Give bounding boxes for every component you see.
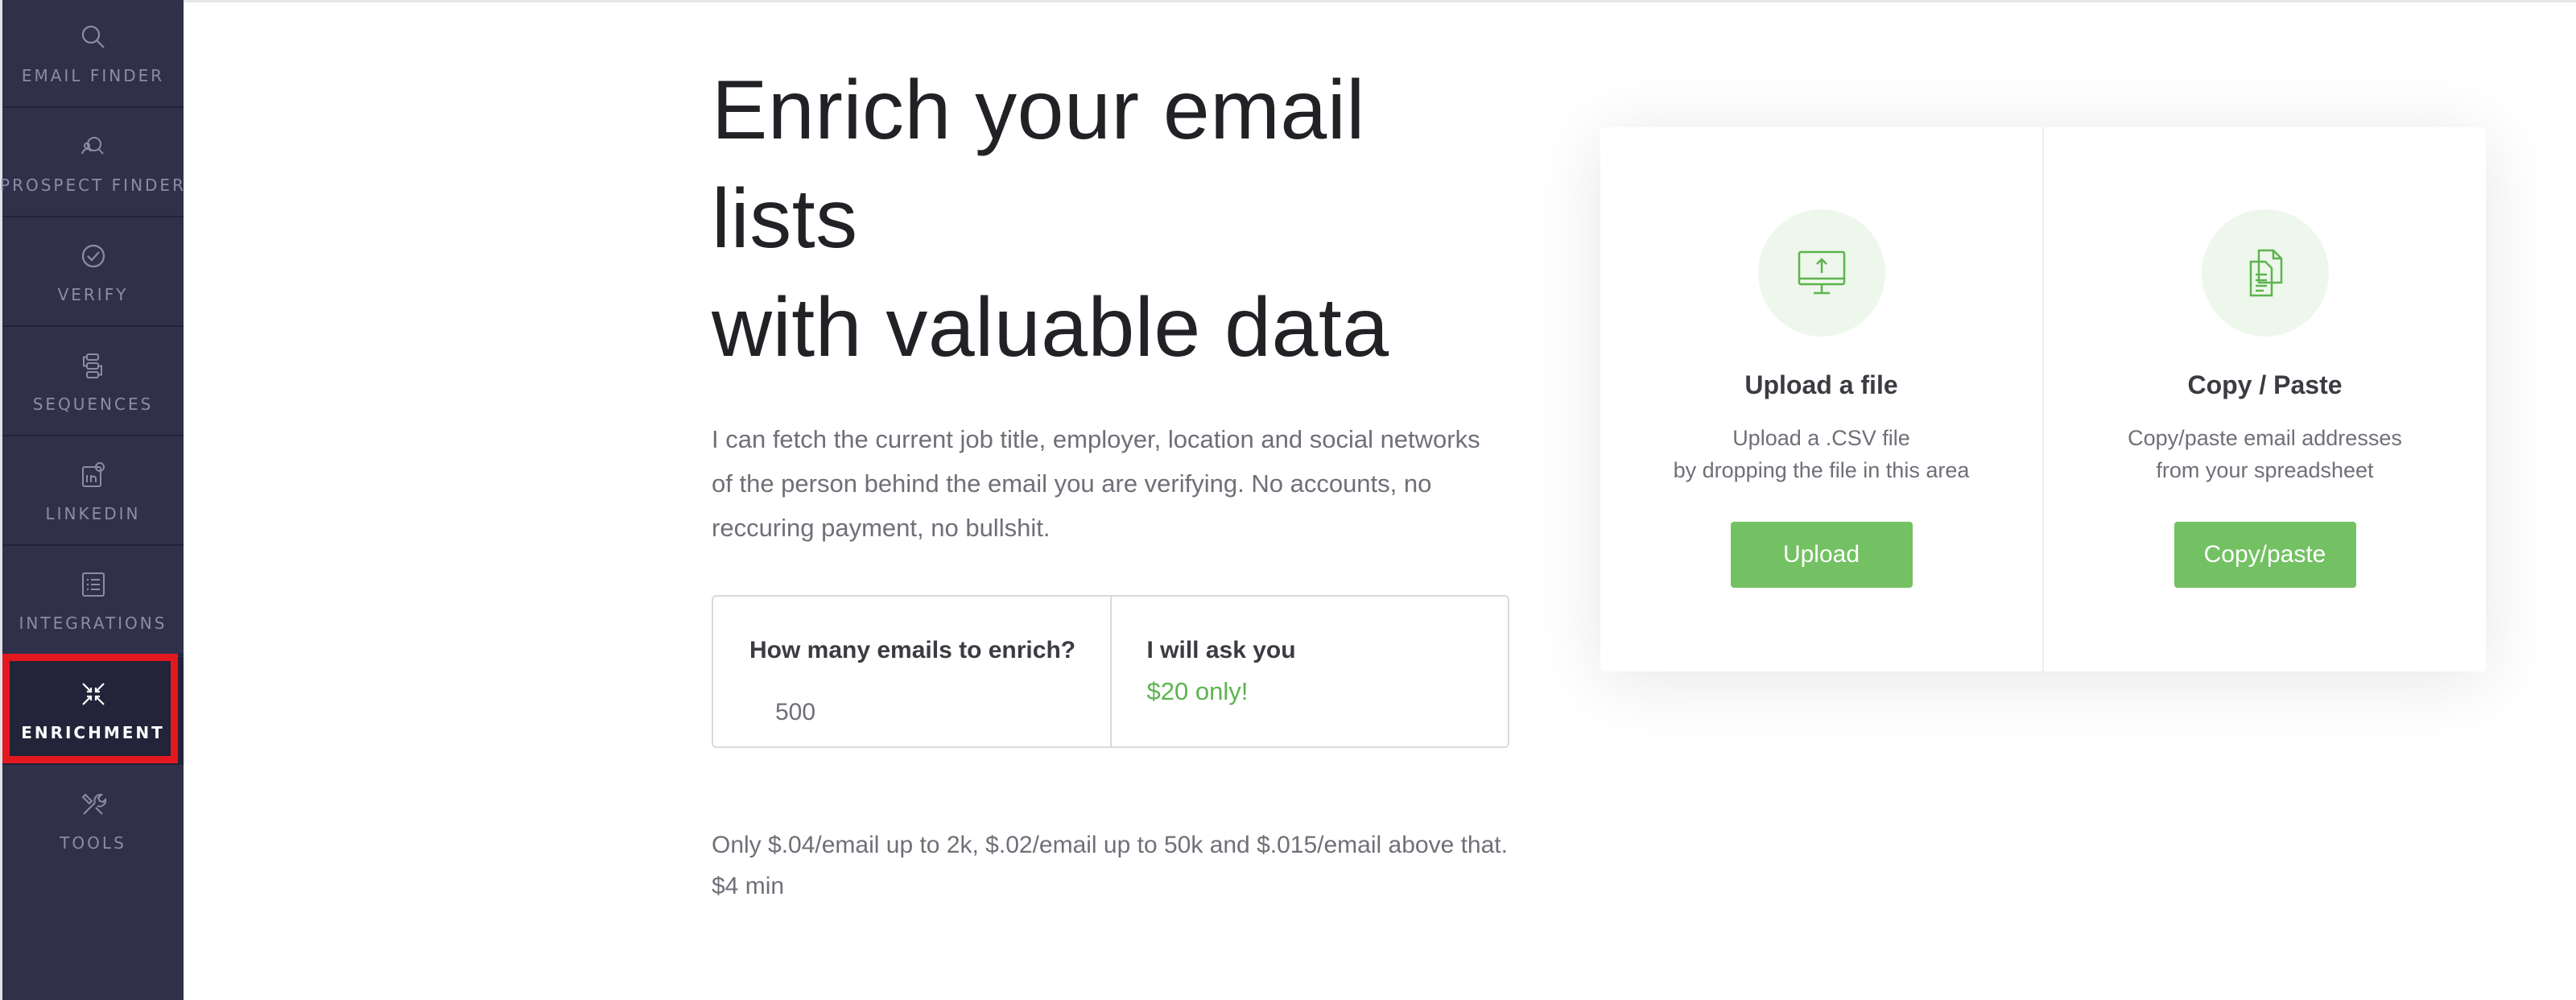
paste-description-line: from your spreadsheet: [2156, 458, 2374, 482]
integrations-icon: [77, 568, 109, 601]
sidebar-item-sequences[interactable]: SEQUENCES: [2, 329, 184, 436]
quantity-section: How many emails to enrich?: [713, 597, 1112, 746]
upload-description: Upload a .CSV file by dropping the file …: [1600, 422, 2042, 486]
sidebar-item-label: PROSPECT FINDER: [0, 176, 186, 195]
sidebar-item-email-finder[interactable]: EMAIL FINDER: [2, 0, 184, 108]
paste-title: Copy / Paste: [2187, 370, 2343, 399]
paste-section: Copy / Paste Copy/paste email addresses …: [2044, 127, 2486, 671]
paste-description-line: Copy/paste email addresses: [2128, 426, 2402, 450]
sidebar-item-enrichment[interactable]: ENRICHMENT: [2, 657, 184, 765]
quantity-label: How many emails to enrich?: [749, 637, 1076, 663]
upload-dropzone[interactable]: Upload a file Upload a .CSV file by drop…: [1600, 127, 2044, 671]
app-root: EMAIL FINDER PROSPECT FINDER VERIFY SEQU…: [0, 0, 2576, 1000]
top-divider: [0, 0, 2576, 2]
enrichment-icon: [77, 678, 109, 710]
sidebar-item-label: VERIFY: [57, 285, 129, 304]
search-icon: [77, 21, 109, 53]
paste-icon-circle: [2201, 209, 2329, 337]
price-label: I will ask you: [1146, 637, 1296, 663]
intro-text: I can fetch the current job title, emplo…: [712, 425, 1480, 542]
price-value: $20 only!: [1146, 677, 1249, 705]
page-title-line: with valuable data: [712, 281, 1389, 374]
paste-description: Copy/paste email addresses from your spr…: [2044, 422, 2486, 486]
upload-description-line: by dropping the file in this area: [1673, 458, 1970, 482]
page-title: Enrich your email lists with valuable da…: [712, 56, 1484, 382]
upload-button[interactable]: Upload: [1730, 522, 1913, 588]
pricing-note: Only $.04/email up to 2k, $.02/email up …: [712, 832, 1508, 899]
sidebar-item-label: EMAIL FINDER: [21, 66, 165, 85]
upload-description-line: Upload a .CSV file: [1732, 426, 1910, 450]
sidebar-item-label: ENRICHMENT: [21, 723, 165, 742]
email-count-input[interactable]: [749, 695, 1071, 730]
price-section: I will ask you $20 only!: [1112, 597, 1509, 746]
sidebar-item-linkedin[interactable]: LINKEDIN: [2, 438, 184, 546]
copy-documents-icon: [2249, 249, 2282, 297]
sidebar-item-label: SEQUENCES: [32, 395, 154, 414]
sidebar-item-label: INTEGRATIONS: [19, 614, 167, 633]
sequences-icon: [77, 349, 109, 382]
sidebar-item-label: LINKEDIN: [45, 504, 141, 523]
upload-monitor-icon: [1798, 250, 1845, 295]
check-circle-icon: [77, 240, 109, 272]
import-card: Upload a file Upload a .CSV file by drop…: [1600, 127, 2486, 671]
sidebar-item-integrations[interactable]: INTEGRATIONS: [2, 548, 184, 655]
upload-icon-circle: [1757, 209, 1885, 337]
linkedin-icon: [77, 459, 109, 491]
page-title-line: lists: [712, 172, 858, 266]
sidebar-item-label: TOOLS: [60, 833, 126, 853]
price-calculator: How many emails to enrich? I will ask yo…: [712, 595, 1509, 748]
sidebar-item-tools[interactable]: TOOLS: [2, 767, 184, 874]
tools-icon: [77, 788, 109, 820]
upload-title: Upload a file: [1744, 370, 1898, 399]
sidebar: EMAIL FINDER PROSPECT FINDER VERIFY SEQU…: [0, 0, 184, 1000]
copy-paste-button[interactable]: Copy/paste: [2174, 522, 2356, 588]
prospect-search-icon: [77, 130, 109, 163]
sidebar-item-verify[interactable]: VERIFY: [2, 219, 184, 327]
sidebar-item-prospect-finder[interactable]: PROSPECT FINDER: [0, 110, 186, 217]
page-title-line: Enrich your email: [712, 64, 1365, 157]
